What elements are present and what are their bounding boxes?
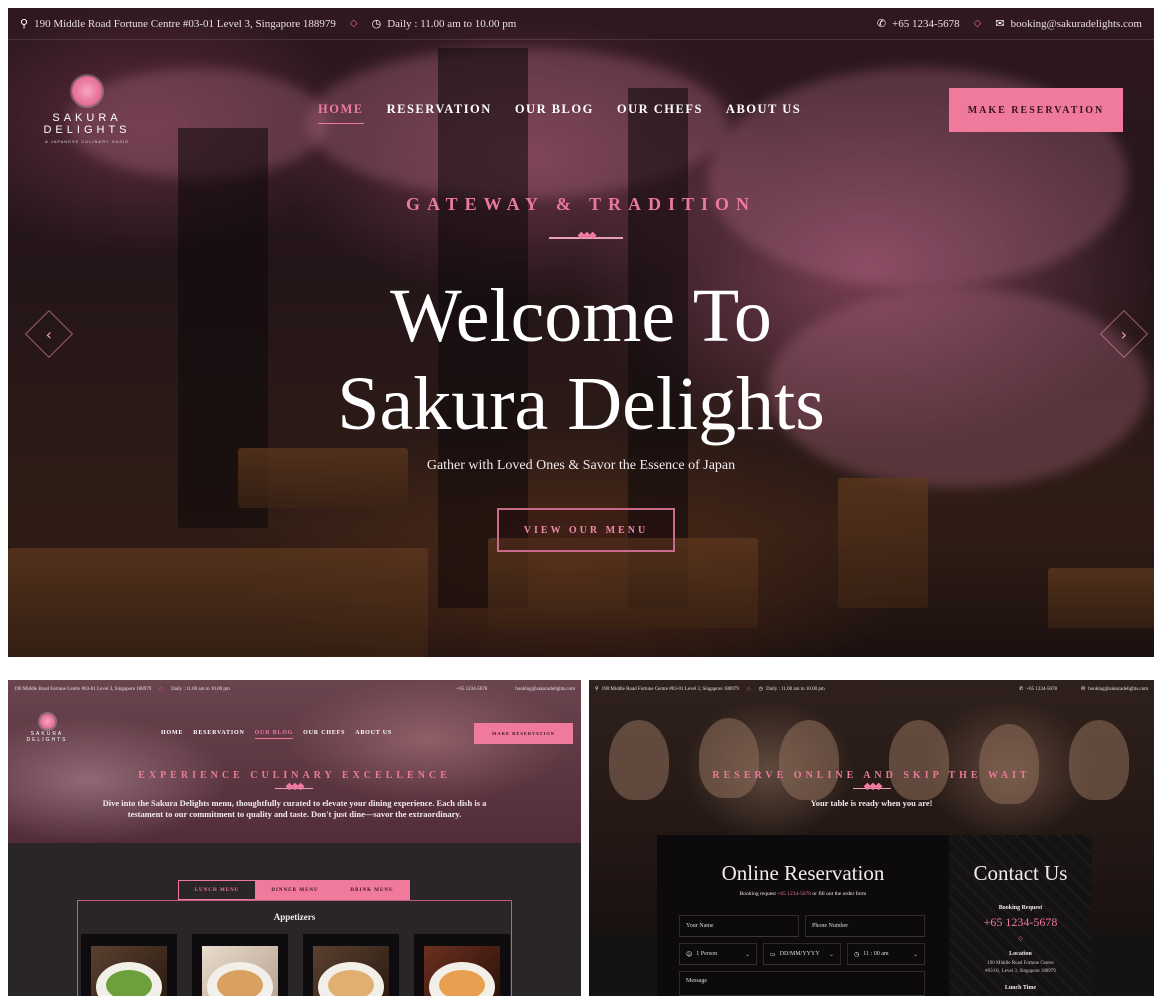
- clock-icon: ◷: [371, 17, 382, 30]
- dish-card-dumplings[interactable]: [303, 934, 399, 996]
- person-icon: ☺: [686, 950, 693, 958]
- message-textarea[interactable]: Message: [679, 971, 925, 996]
- site-logo[interactable]: SAKURA DELIGHTS: [22, 714, 72, 743]
- hours-text: Daily : 11.00 am to 10.00 pm: [387, 17, 517, 30]
- booking-note: Booking request +65 1234-5678 or fill ou…: [739, 891, 867, 897]
- hours-text: Daily : 11.00 am to 10.00 pm: [171, 686, 230, 692]
- address-text: 190 Middle Road Fortune Centre #03-01 Le…: [14, 686, 152, 692]
- sakura-flower-icon: [39, 714, 55, 729]
- dish-card-tempura[interactable]: [414, 934, 510, 996]
- make-reservation-button[interactable]: MAKE RESERVATION: [474, 723, 573, 744]
- clock-icon: ◷: [758, 686, 764, 692]
- top-info-bar: 190 Middle Road Fortune Centre #03-01 Le…: [8, 680, 581, 698]
- homepage-hero-screenshot: ⚲ 190 Middle Road Fortune Centre #03-01 …: [8, 8, 1154, 657]
- nav-home[interactable]: HOME: [161, 730, 183, 739]
- mail-icon: ✉: [995, 17, 1005, 30]
- email-link[interactable]: booking@sakuradelights.com: [1011, 18, 1142, 30]
- location-line2: #03-01, Level 3, Singapore 188979: [985, 969, 1056, 974]
- booking-request-label: Booking Request: [998, 905, 1043, 911]
- ornament-icon: ◇: [1018, 936, 1023, 942]
- clock-icon: ◷: [854, 950, 860, 958]
- nav-our-blog[interactable]: OUR BLOG: [254, 730, 294, 739]
- menu-page-screenshot: 190 Middle Road Fortune Centre #03-01 Le…: [8, 680, 581, 996]
- top-info-bar: ⚲ 190 Middle Road Fortune Centre #03-01 …: [8, 8, 1154, 40]
- hero-title-line2: Sakura Delights: [337, 362, 825, 446]
- top-info-bar: ⚲ 190 Middle Road Fortune Centre #03-01 …: [589, 680, 1154, 698]
- nav-our-blog[interactable]: OUR BLOG: [515, 102, 594, 124]
- location-pin-icon: ⚲: [595, 686, 599, 692]
- phone-link[interactable]: +65 1234-5678: [892, 18, 960, 30]
- hours-text: Daily : 11.00 am to 10.00 pm: [766, 686, 825, 692]
- lunch-time-label: Lunch Time: [1004, 985, 1037, 991]
- make-reservation-button[interactable]: MAKE RESERVATION: [949, 88, 1123, 132]
- chevron-down-icon: ⌄: [744, 950, 750, 958]
- phone-icon: ✆: [1019, 686, 1024, 692]
- menu-tabs: LUNCH MENU DINNER MENU DRINK MENU: [178, 880, 410, 900]
- main-nav: HOME RESERVATION OUR BLOG OUR CHEFS ABOU…: [318, 102, 801, 124]
- nav-reservation[interactable]: RESERVATION: [387, 102, 492, 124]
- contact-panel: Contact Us Booking Request +65 1234-5678…: [949, 835, 1092, 996]
- ornament-divider: [275, 788, 313, 789]
- reservation-subtitle: Your table is ready when you are!: [810, 798, 933, 808]
- tab-drink-menu[interactable]: DRINK MENU: [334, 880, 410, 900]
- ornament-divider: [549, 237, 623, 239]
- chevron-right-icon: ›: [1120, 324, 1128, 344]
- section-title: Appetizers: [273, 912, 316, 922]
- nav-our-chefs[interactable]: OUR CHEFS: [303, 730, 345, 739]
- nav-our-chefs[interactable]: OUR CHEFS: [617, 102, 703, 124]
- menu-description: Dive into the Sakura Delights menu, thou…: [102, 798, 487, 820]
- mail-icon: ✉: [1081, 686, 1086, 692]
- hero-title-line1: Welcome To: [390, 274, 772, 358]
- calendar-icon: ▭: [770, 950, 776, 958]
- name-input[interactable]: Your Name: [679, 915, 799, 937]
- contact-title: Contact Us: [973, 861, 1068, 885]
- location-pin-icon: ⚲: [20, 17, 29, 30]
- hero-subtitle: Gather with Loved Ones & Savor the Essen…: [426, 458, 736, 473]
- separator-icon: ◇: [349, 18, 358, 29]
- nav-home[interactable]: HOME: [318, 102, 364, 124]
- reservation-page-screenshot: ⚲ 190 Middle Road Fortune Centre #03-01 …: [589, 680, 1154, 996]
- date-select[interactable]: ▭ DD/MM/YYYY ⌄: [763, 943, 841, 965]
- phone-icon: ✆: [876, 17, 887, 30]
- dish-card-edamame[interactable]: [81, 934, 177, 996]
- nav-about-us[interactable]: ABOUT US: [726, 102, 801, 124]
- nav-reservation[interactable]: RESERVATION: [193, 730, 244, 739]
- tab-lunch-menu[interactable]: LUNCH MENU: [178, 880, 256, 900]
- sakura-flower-icon: [72, 76, 102, 106]
- time-select[interactable]: ◷ 11 : 00 am ⌄: [847, 943, 925, 965]
- email-link[interactable]: booking@sakuradelights.com: [515, 687, 575, 692]
- location-line1: 190 Middle Road Fortune Centre: [987, 961, 1054, 966]
- persons-select[interactable]: ☺ 1 Person ⌄: [679, 943, 757, 965]
- chevron-down-icon: ⌄: [828, 950, 834, 958]
- phone-input[interactable]: Phone Number: [805, 915, 925, 937]
- reservation-form-panel: Online Reservation Booking request +65 1…: [657, 835, 949, 996]
- phone-link[interactable]: +65 1234-5678: [1026, 687, 1057, 692]
- form-title: Online Reservation: [721, 861, 885, 885]
- nav-about-us[interactable]: ABOUT US: [355, 730, 392, 739]
- menu-kicker: EXPERIENCE CULINARY EXCELLENCE: [138, 770, 451, 781]
- chevron-left-icon: ‹: [45, 324, 53, 344]
- contact-phone[interactable]: +65 1234-5678: [949, 915, 1092, 930]
- site-logo[interactable]: SAKURA DELIGHTS A JAPANESE CULINARY OASI…: [28, 76, 146, 144]
- phone-link[interactable]: +65 1234-5678: [457, 687, 488, 692]
- ornament-divider: [853, 788, 891, 789]
- separator-icon: ◇: [746, 687, 751, 692]
- hero-kicker: GATEWAY & TRADITION: [405, 194, 757, 214]
- appetizer-cards: [81, 934, 510, 996]
- address-text: 190 Middle Road Fortune Centre #03-01 Le…: [601, 686, 739, 692]
- chevron-down-icon: ⌄: [912, 950, 918, 958]
- dish-card-gyoza[interactable]: [192, 934, 288, 996]
- reservation-kicker: RESERVE ONLINE AND SKIP THE WAIT: [712, 770, 1031, 781]
- address-text: 190 Middle Road Fortune Centre #03-01 Le…: [34, 17, 336, 30]
- location-label: Location: [1009, 951, 1032, 957]
- tab-dinner-menu[interactable]: DINNER MENU: [256, 880, 334, 900]
- main-nav: HOME RESERVATION OUR BLOG OUR CHEFS ABOU…: [161, 730, 392, 739]
- email-link[interactable]: booking@sakuradelights.com: [1088, 687, 1148, 692]
- view-menu-button[interactable]: VIEW OUR MENU: [497, 508, 675, 552]
- separator-icon: ◇: [973, 18, 982, 29]
- separator-icon: ◇: [159, 687, 164, 692]
